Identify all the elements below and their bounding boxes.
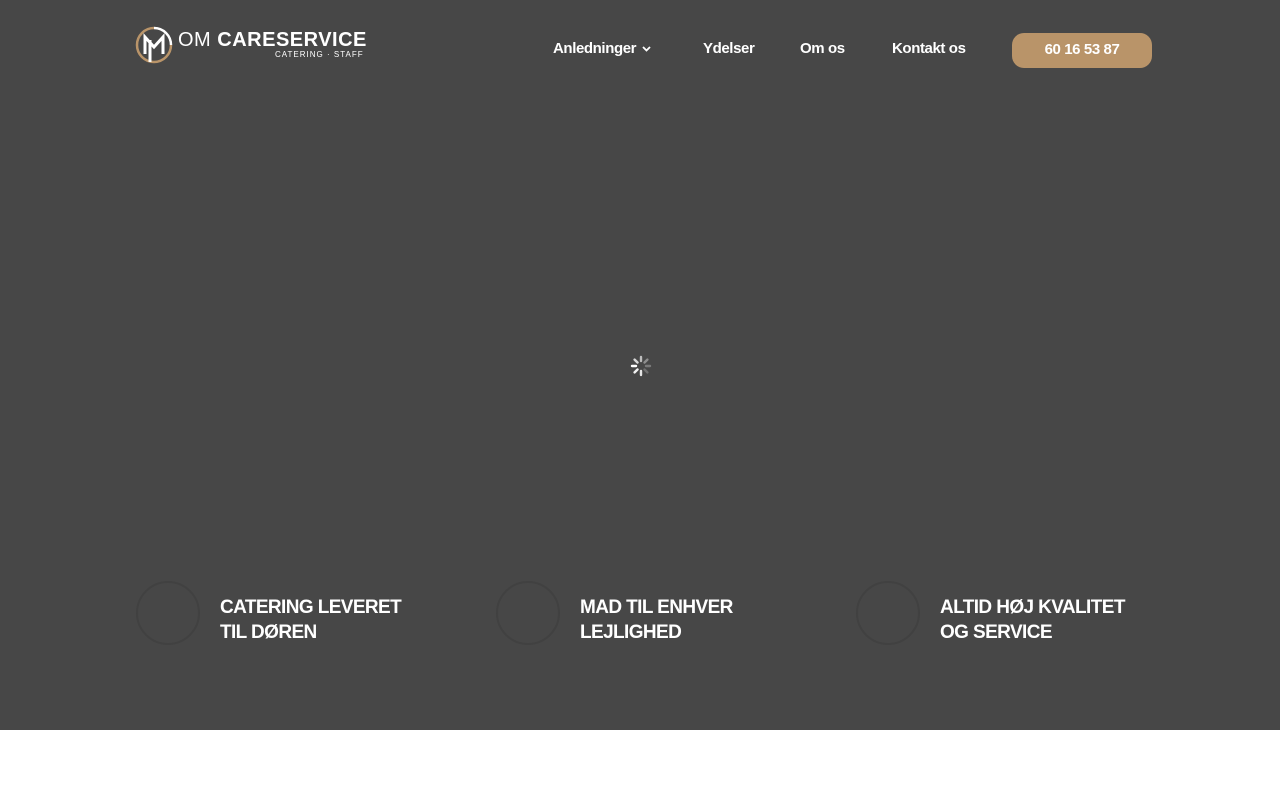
- phone-button[interactable]: 60 16 53 87: [1012, 33, 1152, 68]
- nav-item-om-os[interactable]: Om os: [800, 40, 845, 60]
- logo-mark-icon: [135, 26, 173, 64]
- nav-item-label: Om os: [800, 40, 845, 57]
- logo-wordmark: OM CARESERVICE: [178, 29, 367, 52]
- logo-name-light: OM: [178, 29, 212, 51]
- logo-name-bold: CARESERVICE: [217, 29, 367, 51]
- quality-icon: [856, 581, 920, 645]
- nav-item-label: Ydelser: [703, 40, 755, 57]
- feature-title: MAD TIL ENHVER LEJLIGHED: [580, 597, 733, 643]
- nav-item-anledninger[interactable]: Anledninger: [553, 40, 651, 60]
- nav-item-ydelser[interactable]: Ydelser: [703, 40, 755, 60]
- chevron-down-icon: [642, 46, 651, 52]
- delivery-icon: [136, 581, 200, 645]
- nav-item-label: Kontakt os: [892, 40, 966, 57]
- hero-section: OM CARESERVICE CATERING · STAFF Anlednin…: [0, 0, 1280, 730]
- site-header: OM CARESERVICE CATERING · STAFF Anlednin…: [0, 0, 1280, 100]
- feature-title: CATERING LEVERET TIL DØREN: [220, 597, 402, 643]
- logo-tagline: CATERING · STAFF: [275, 50, 364, 59]
- site-logo[interactable]: OM CARESERVICE CATERING · STAFF: [135, 26, 367, 66]
- spinner-icon: [630, 355, 652, 377]
- nav-item-label: Anledninger: [553, 40, 637, 57]
- food-icon: [496, 581, 560, 645]
- nav-item-kontakt-os[interactable]: Kontakt os: [892, 40, 966, 60]
- feature-title: ALTID HØJ KVALITET OG SERVICE: [940, 597, 1125, 643]
